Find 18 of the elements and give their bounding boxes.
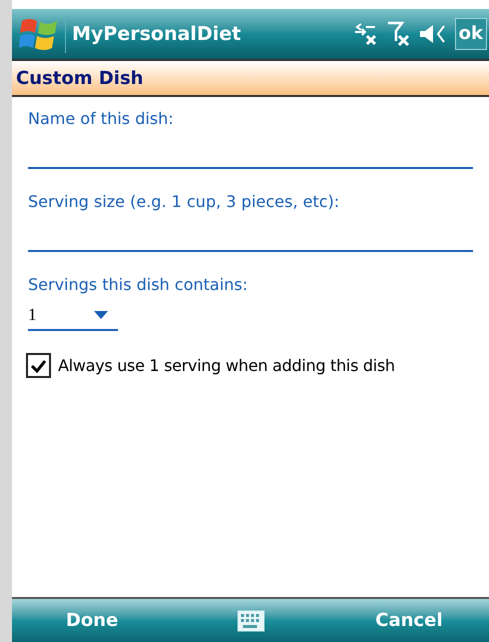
signal-icon <box>386 21 411 47</box>
servings-dropdown[interactable]: 1 <box>28 301 118 331</box>
app-title: MyPersonalDiet <box>72 22 242 47</box>
connectivity-icon <box>352 22 379 46</box>
done-softkey[interactable]: Done <box>12 607 172 634</box>
cancel-softkey[interactable]: Cancel <box>329 607 489 634</box>
dropdown-arrow-icon <box>94 311 108 319</box>
checkbox-label: Always use 1 serving when adding this dish <box>58 354 395 376</box>
windows-logo-icon[interactable] <box>19 16 59 52</box>
field-label: Servings this dish contains: <box>28 275 249 295</box>
checkmark-icon <box>30 358 47 372</box>
keyboard-icon[interactable] <box>236 610 264 632</box>
screen-title: Custom Dish <box>16 66 144 90</box>
speaker-icon <box>418 23 447 45</box>
ok-button[interactable]: ok <box>454 18 487 50</box>
field-label: Serving size (e.g. 1 cup, 3 pieces, etc): <box>28 192 340 212</box>
field-label: Name of this dish: <box>28 109 175 129</box>
checkbox[interactable] <box>26 353 51 378</box>
